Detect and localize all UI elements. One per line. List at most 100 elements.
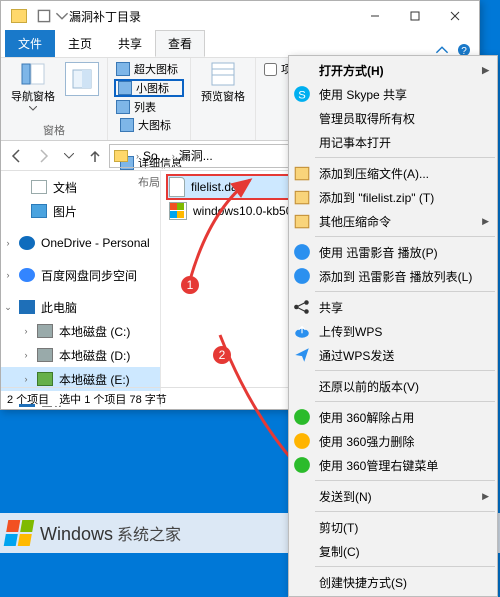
disk-icon xyxy=(37,348,53,362)
layout-small[interactable]: 小图标 xyxy=(114,79,184,97)
archive-icon xyxy=(293,188,311,206)
onedrive-icon xyxy=(19,236,35,250)
folder-icon xyxy=(114,150,128,162)
cm-skype[interactable]: S使用 Skype 共享 xyxy=(289,82,497,106)
layout-xlarge[interactable]: 超大图标 xyxy=(114,60,184,78)
skype-icon: S xyxy=(293,85,311,103)
cm-add-archive[interactable]: 添加到压缩文件(A)... xyxy=(289,161,497,185)
separator xyxy=(315,291,495,292)
status-count: 2 个项目 xyxy=(7,391,49,407)
sidebar-item-baidu[interactable]: ›百度网盘同步空间 xyxy=(1,263,160,287)
cm-360-delete[interactable]: 使用 360强力删除 xyxy=(289,429,497,453)
wps-cloud-icon xyxy=(293,322,311,340)
cm-cut[interactable]: 剪切(T) xyxy=(289,515,497,539)
forward-button[interactable] xyxy=(31,144,55,168)
sidebar-item-documents[interactable]: 文档 xyxy=(1,175,160,199)
navigation-pane: 文档 图片 ›OneDrive - Personal ›百度网盘同步空间 ⌄此电… xyxy=(1,171,161,407)
checkbox-icon[interactable] xyxy=(264,63,277,76)
cm-copy[interactable]: 复制(C) xyxy=(289,539,497,563)
archive-icon xyxy=(293,164,311,182)
title-bar: 漏洞补丁目录 xyxy=(1,1,479,31)
sidebar-item-ddrive[interactable]: ›本地磁盘 (D:) xyxy=(1,343,160,367)
separator xyxy=(315,370,495,371)
close-button[interactable] xyxy=(435,2,475,30)
archive-icon xyxy=(293,212,311,230)
annotation-bubble-2: 2 xyxy=(212,345,232,365)
msu-icon xyxy=(169,202,187,220)
cm-360-unlock[interactable]: 使用 360解除占用 xyxy=(289,405,497,429)
qat-dropdown-icon[interactable] xyxy=(37,9,51,23)
sidebar-item-pictures[interactable]: 图片 xyxy=(1,199,160,223)
cm-send-to[interactable]: 发送到(N)▶ xyxy=(289,484,497,508)
recent-button[interactable] xyxy=(57,144,81,168)
preview-button[interactable]: 预览窗格 xyxy=(197,60,249,106)
back-button[interactable] xyxy=(5,144,29,168)
chevron-right-icon[interactable]: › xyxy=(3,270,13,280)
chevron-right-icon[interactable]: › xyxy=(21,374,31,384)
crumb-2[interactable]: 漏洞... xyxy=(177,147,215,164)
file-name: filelist.dat xyxy=(191,180,241,194)
separator xyxy=(315,480,495,481)
nav-pane-button[interactable]: 导航窗格 xyxy=(7,60,59,113)
cm-360-menu[interactable]: 使用 360管理右键菜单 xyxy=(289,453,497,477)
nav-pane-label: 导航窗格 xyxy=(11,88,55,104)
cm-xunlei-play[interactable]: 使用 迅雷影音 播放(P) xyxy=(289,240,497,264)
360-icon xyxy=(293,432,311,450)
cm-notepad[interactable]: 用记事本打开 xyxy=(289,130,497,154)
disk-icon xyxy=(37,324,53,338)
cm-upload-wps[interactable]: 上传到WPS xyxy=(289,319,497,343)
tab-home[interactable]: 主页 xyxy=(55,30,105,57)
brand-text: Windows 系统之家 xyxy=(40,521,181,545)
chevron-down-icon[interactable]: ⌄ xyxy=(3,302,13,313)
folder-icon xyxy=(11,9,27,23)
baidu-icon xyxy=(19,268,35,282)
quick-access-toolbar xyxy=(9,9,69,23)
share-icon xyxy=(293,298,311,316)
cm-send-wps[interactable]: 通过WPS发送 xyxy=(289,343,497,367)
ribbon-group-layout: 超大图标 小图标 列表 大图标 详细信息 布局 xyxy=(108,58,191,140)
qat-chevron-icon[interactable] xyxy=(55,9,69,23)
file-icon xyxy=(169,177,185,197)
chevron-right-icon[interactable]: › xyxy=(21,326,31,336)
separator xyxy=(315,566,495,567)
separator xyxy=(315,157,495,158)
cm-other-zip[interactable]: 其他压缩命令▶ xyxy=(289,209,497,233)
chevron-right-icon[interactable]: › xyxy=(21,350,31,360)
chevron-right-icon: › xyxy=(172,151,175,161)
ribbon-group-current: 预览窗格 xyxy=(191,58,256,140)
separator xyxy=(315,401,495,402)
status-selection: 选中 1 个项目 78 字节 xyxy=(59,391,167,407)
pc-icon xyxy=(19,300,35,314)
panes-group-label: 窗格 xyxy=(7,120,101,138)
cm-share[interactable]: 共享 xyxy=(289,295,497,319)
preview-pane-button[interactable] xyxy=(63,60,101,113)
cm-shortcut[interactable]: 创建快捷方式(S) xyxy=(289,570,497,594)
layout-large[interactable]: 大图标 xyxy=(118,116,184,134)
chevron-right-icon: ▶ xyxy=(482,491,489,502)
cm-open-with[interactable]: 打开方式(H)▶ xyxy=(289,58,497,82)
tab-file[interactable]: 文件 xyxy=(5,30,55,57)
tab-share[interactable]: 共享 xyxy=(105,30,155,57)
disk-icon xyxy=(37,372,53,386)
cm-xunlei-list[interactable]: 添加到 迅雷影音 播放列表(L) xyxy=(289,264,497,288)
minimize-button[interactable] xyxy=(355,2,395,30)
sidebar-item-thispc[interactable]: ⌄此电脑 xyxy=(1,295,160,319)
chevron-right-icon: › xyxy=(136,151,139,161)
sidebar-item-cdrive[interactable]: ›本地磁盘 (C:) xyxy=(1,319,160,343)
layout-list[interactable]: 列表 xyxy=(114,98,184,116)
crumb-1[interactable]: So... xyxy=(141,149,170,163)
cm-admin[interactable]: 管理员取得所有权 xyxy=(289,106,497,130)
cm-restore[interactable]: 还原以前的版本(V) xyxy=(289,374,497,398)
tab-view[interactable]: 查看 xyxy=(155,30,205,57)
chevron-right-icon: ▶ xyxy=(482,65,489,76)
windows-logo-icon xyxy=(4,520,35,546)
xunlei-icon xyxy=(293,243,311,261)
sidebar-item-onedrive[interactable]: ›OneDrive - Personal xyxy=(1,231,160,255)
chevron-down-icon xyxy=(29,106,37,111)
cm-add-zip[interactable]: 添加到 "filelist.zip" (T) xyxy=(289,185,497,209)
separator xyxy=(315,511,495,512)
maximize-button[interactable] xyxy=(395,2,435,30)
chevron-right-icon[interactable]: › xyxy=(3,238,13,248)
up-button[interactable] xyxy=(83,144,107,168)
separator xyxy=(315,236,495,237)
